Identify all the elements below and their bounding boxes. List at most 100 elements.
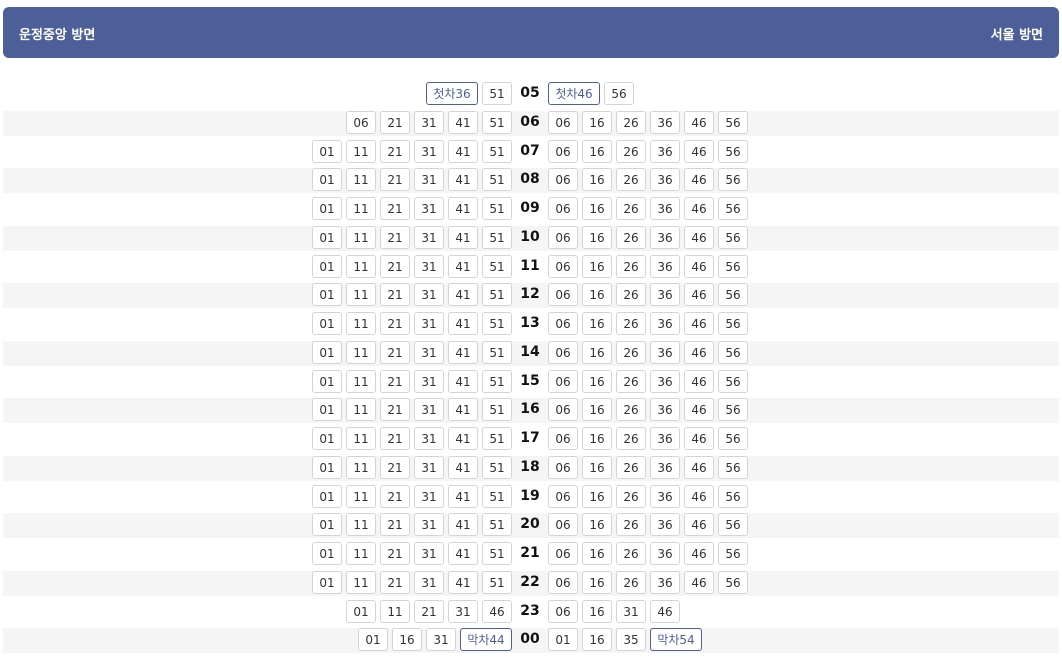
right-departure-time: 26: [616, 312, 646, 335]
left-departure-time: 16: [392, 628, 422, 651]
hour-label: 09: [520, 200, 540, 216]
left-departure-time: 31: [414, 513, 444, 536]
right-departure-time: 46: [684, 513, 714, 536]
left-departure-time: 01: [312, 542, 342, 565]
right-departure-time: 첫차46: [548, 82, 600, 105]
left-departure-time: 51: [482, 312, 512, 335]
left-departure-time: 31: [414, 168, 444, 191]
left-departure-time: 01: [312, 398, 342, 421]
hour-label: 15: [520, 373, 540, 389]
left-departure-time: 41: [448, 485, 478, 508]
right-departure-time: 16: [582, 628, 612, 651]
right-departure-time: 06: [548, 485, 578, 508]
left-departure-time: 11: [346, 140, 376, 163]
right-departure-time: 26: [616, 283, 646, 306]
left-departure-time: 11: [346, 542, 376, 565]
right-departure-time: 16: [582, 571, 612, 594]
left-departure-time: 31: [414, 111, 444, 134]
right-departure-time: 26: [616, 485, 646, 508]
right-departure-time: 36: [650, 571, 680, 594]
right-departure-time: 16: [582, 485, 612, 508]
right-departure-time: 16: [582, 513, 612, 536]
hour-label: 20: [520, 516, 540, 532]
left-departure-time: 31: [414, 427, 444, 450]
right-departure-time: 06: [548, 226, 578, 249]
left-departure-time: 41: [448, 168, 478, 191]
right-departure-time: 36: [650, 255, 680, 278]
left-departure-time: 51: [482, 427, 512, 450]
left-departure-time: 01: [312, 513, 342, 536]
right-departure-time: 56: [718, 283, 748, 306]
right-departure-time: 06: [548, 168, 578, 191]
hour-label: 00: [520, 631, 540, 647]
timetable-row: 51 41 31 21 11 01 07 06 16 26 36 46 56: [3, 140, 1059, 165]
right-departure-time: 16: [582, 111, 612, 134]
left-departure-time: 11: [346, 341, 376, 364]
left-departure-time: 41: [448, 513, 478, 536]
left-departure-time: 11: [346, 485, 376, 508]
left-departure-time: 51: [482, 571, 512, 594]
right-departure-time: 56: [718, 255, 748, 278]
left-departure-time: 21: [380, 542, 410, 565]
left-departure-time: 21: [380, 255, 410, 278]
right-departure-time: 46: [684, 571, 714, 594]
left-departure-time: 31: [414, 485, 444, 508]
left-direction-label: 운정중앙 방면: [19, 28, 96, 43]
right-departure-time: 01: [548, 628, 578, 651]
left-departure-time: 41: [448, 542, 478, 565]
left-departure-time: 31: [414, 226, 444, 249]
left-departure-time: 01: [312, 341, 342, 364]
right-departure-time: 36: [650, 197, 680, 220]
left-departure-time: 51: [482, 197, 512, 220]
left-departure-time: 31: [414, 370, 444, 393]
right-departure-time: 26: [616, 571, 646, 594]
left-departure-time: 51: [482, 255, 512, 278]
right-departure-time: 56: [718, 542, 748, 565]
left-departure-time: 31: [414, 398, 444, 421]
timetable-row: 46 31 21 11 01 23 06 16 31 46: [3, 600, 1059, 625]
right-departure-time: 56: [604, 82, 634, 105]
left-departure-time: 31: [414, 283, 444, 306]
right-departure-time: 36: [650, 456, 680, 479]
left-departure-time: 01: [312, 168, 342, 191]
left-departure-time: 51: [482, 542, 512, 565]
right-departure-time: 36: [650, 168, 680, 191]
left-departure-time: 21: [380, 427, 410, 450]
left-departure-time: 21: [380, 370, 410, 393]
left-departure-time: 21: [380, 513, 410, 536]
hour-label: 13: [520, 315, 540, 331]
right-departure-time: 35: [616, 628, 646, 651]
right-departure-time: 16: [582, 427, 612, 450]
left-departure-time: 31: [448, 600, 478, 623]
hour-label: 06: [520, 114, 540, 130]
timetable-row: 51 41 31 21 11 01 10 06 16 26 36 46 56: [3, 226, 1059, 251]
hour-label: 12: [520, 286, 540, 302]
timetable-header: 운정중앙 방면 서울 방면: [3, 7, 1059, 58]
right-departure-time: 46: [684, 226, 714, 249]
hour-label: 22: [520, 574, 540, 590]
timetable-row: 51 41 31 21 11 01 11 06 16 26 36 46 56: [3, 255, 1059, 280]
right-departure-time: 46: [684, 197, 714, 220]
timetable-row: 51 첫차36 05 첫차46 56: [3, 82, 1059, 107]
left-departure-time: 51: [482, 485, 512, 508]
hour-label: 10: [520, 229, 540, 245]
left-departure-time: 41: [448, 140, 478, 163]
right-departure-time: 56: [718, 197, 748, 220]
left-departure-time: 21: [380, 111, 410, 134]
left-departure-time: 41: [448, 427, 478, 450]
timetable-row: 51 41 31 21 11 01 09 06 16 26 36 46 56: [3, 197, 1059, 222]
right-departure-time: 막차54: [650, 628, 702, 651]
left-departure-time: 11: [346, 398, 376, 421]
right-departure-time: 56: [718, 513, 748, 536]
left-departure-time: 31: [414, 341, 444, 364]
right-departure-time: 16: [582, 168, 612, 191]
right-departure-time: 36: [650, 398, 680, 421]
timetable-row: 51 41 31 21 11 01 13 06 16 26 36 46 56: [3, 312, 1059, 337]
right-departure-time: 56: [718, 427, 748, 450]
left-departure-time: 11: [346, 456, 376, 479]
right-departure-time: 46: [684, 456, 714, 479]
left-departure-time: 51: [482, 398, 512, 421]
left-departure-time: 21: [380, 571, 410, 594]
right-departure-time: 56: [718, 312, 748, 335]
timetable-row: 51 41 31 21 11 01 16 06 16 26 36 46 56: [3, 398, 1059, 423]
